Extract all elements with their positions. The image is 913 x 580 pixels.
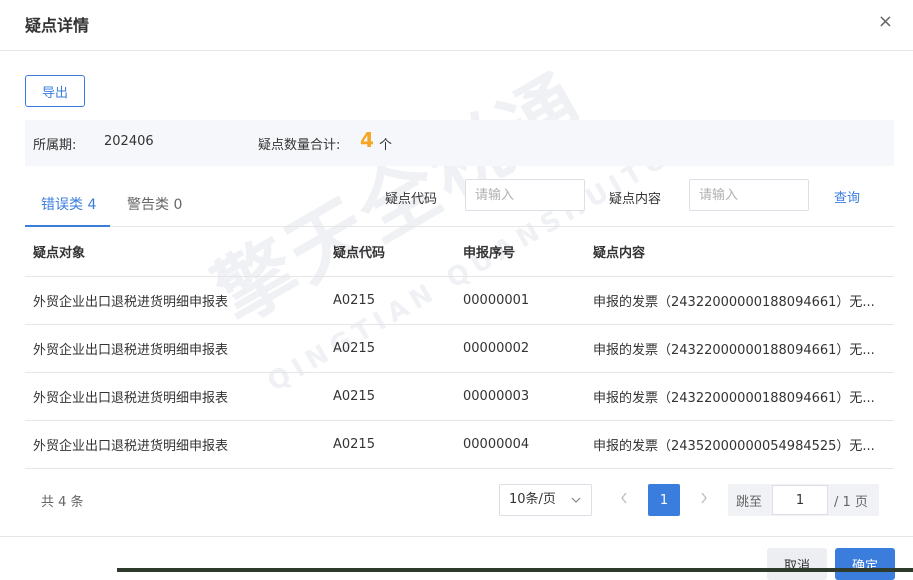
background-window-edge [117, 568, 913, 572]
table-row: 外贸企业出口退税进货明细申报表 A0215 00000001 申报的发票（243… [25, 276, 894, 325]
jump-page-input[interactable] [772, 485, 828, 515]
summary-bar: 所属期: 202406 疑点数量合计: 4 个 [25, 120, 894, 166]
active-tab-indicator [25, 225, 110, 227]
doubt-code-label: 疑点代码 [385, 192, 438, 207]
chevron-left-icon[interactable] [619, 491, 629, 509]
cell-seq: 00000003 [455, 372, 585, 421]
confirm-button[interactable]: 确定 [835, 548, 895, 580]
cell-object: 外贸企业出口退税进货明细申报表 [25, 276, 325, 325]
chevron-down-icon [571, 485, 581, 527]
page-size-value: 10条/页 [509, 492, 556, 507]
cell-object: 外贸企业出口退税进货明细申报表 [25, 420, 325, 469]
table-row: 外贸企业出口退税进货明细申报表 A0215 00000002 申报的发票（243… [25, 324, 894, 373]
period-value: 202406 [104, 134, 154, 149]
footer-divider [0, 536, 913, 537]
cancel-button[interactable]: 取消 [767, 548, 827, 580]
doubt-content-label: 疑点内容 [609, 192, 662, 207]
jump-label: 跳至 [736, 495, 763, 510]
cell-seq: 00000004 [455, 420, 585, 469]
cell-content: 申报的发票（24322000000188094661）无... [585, 324, 894, 373]
cell-code: A0215 [325, 372, 455, 421]
close-icon[interactable]: × [878, 12, 893, 32]
doubt-count-unit: 个 [379, 138, 393, 153]
column-header-content: 疑点内容 [585, 228, 894, 277]
page-jumper: 跳至 / 1 页 [728, 484, 879, 516]
column-header-object: 疑点对象 [25, 228, 325, 277]
query-button[interactable]: 查询 [834, 187, 860, 206]
total-count: 共 4 条 [41, 495, 84, 510]
cell-seq: 00000002 [455, 324, 585, 373]
doubt-count-label: 疑点数量合计: [258, 138, 341, 153]
table-row: 外贸企业出口退税进货明细申报表 A0215 00000004 申报的发票（243… [25, 420, 894, 469]
cell-seq: 00000001 [455, 276, 585, 325]
doubt-content-input[interactable] [689, 179, 809, 211]
doubt-code-input[interactable] [465, 179, 585, 211]
cell-code: A0215 [325, 324, 455, 373]
column-header-seq: 申报序号 [455, 228, 585, 277]
cell-code: A0215 [325, 420, 455, 469]
dialog-title: 疑点详情 [25, 16, 90, 35]
export-button[interactable]: 导出 [25, 75, 85, 107]
column-header-code: 疑点代码 [325, 228, 455, 277]
page-button-1[interactable]: 1 [648, 484, 680, 516]
doubt-count-value: 4 [360, 128, 374, 152]
cell-content: 申报的发票（24322000000188094661）无... [585, 276, 894, 325]
doubt-table: 疑点对象 疑点代码 申报序号 疑点内容 外贸企业出口退税进货明细申报表 A021… [25, 228, 894, 469]
tab-errors[interactable]: 错误类 4 [41, 194, 96, 214]
page-size-select[interactable]: 10条/页 [499, 484, 592, 516]
doubt-detail-dialog: 擎天全税通 QINGTIAN QUANSHUITONG 疑点详情 × 导出 所属… [0, 0, 913, 580]
table-header-row: 疑点对象 疑点代码 申报序号 疑点内容 [25, 228, 894, 277]
cell-code: A0215 [325, 276, 455, 325]
period-label: 所属期: [33, 138, 77, 153]
dialog-header: 疑点详情 × [0, 0, 913, 51]
table-row: 外贸企业出口退税进货明细申报表 A0215 00000003 申报的发票（243… [25, 372, 894, 421]
cell-object: 外贸企业出口退税进货明细申报表 [25, 324, 325, 373]
tab-warnings[interactable]: 警告类 0 [127, 194, 182, 214]
chevron-right-icon[interactable] [699, 491, 709, 509]
cell-content: 申报的发票（24352000000054984525）无... [585, 420, 894, 469]
cell-object: 外贸企业出口退税进货明细申报表 [25, 372, 325, 421]
cell-content: 申报的发票（24322000000188094661）无... [585, 372, 894, 421]
total-pages-text: / 1 页 [834, 495, 868, 510]
